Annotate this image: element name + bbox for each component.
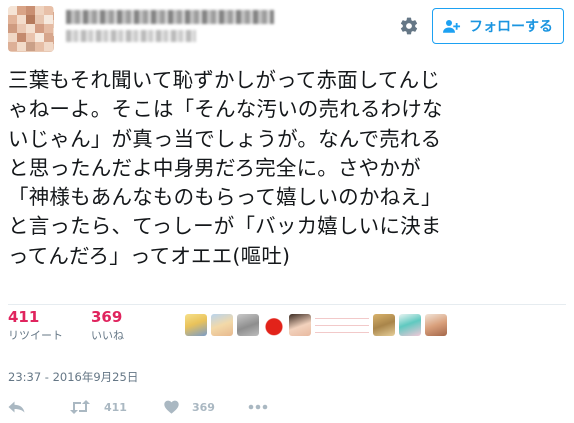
like-stat[interactable]: 369 いいね <box>91 308 124 343</box>
like-button[interactable]: 369 <box>164 400 215 414</box>
retweet-action-count: 411 <box>104 400 127 414</box>
user-display-name[interactable] <box>66 10 274 24</box>
liker-avatar[interactable] <box>185 314 207 336</box>
liker-avatar[interactable] <box>373 314 395 336</box>
retweet-stat[interactable]: 411 リツイート <box>8 308 63 343</box>
follow-button[interactable]: フォローする <box>432 8 564 44</box>
retweet-button[interactable]: 411 <box>69 400 127 414</box>
like-count: 369 <box>91 308 123 326</box>
divider-top <box>8 304 566 305</box>
liker-avatar[interactable] <box>425 314 447 336</box>
follow-person-icon <box>443 20 461 33</box>
more-icon <box>248 404 268 410</box>
liker-avatar[interactable] <box>289 314 311 336</box>
tweet-text: 三葉もそれ聞いて恥ずかしがって赤面してんじ ゃねーよ。そこは「そんな汚いの売れる… <box>8 68 443 268</box>
reply-icon <box>8 401 25 413</box>
heart-icon <box>164 400 179 414</box>
liker-avatar[interactable] <box>315 314 369 336</box>
liker-avatar[interactable] <box>237 314 259 336</box>
like-label: いいね <box>91 329 124 342</box>
timestamp[interactable]: 23:37 - 2016年9月25日 <box>8 369 138 385</box>
follow-button-label: フォローする <box>469 19 553 35</box>
gear-icon[interactable] <box>399 16 419 36</box>
action-bar: 411 369 <box>8 398 268 416</box>
liker-avatars <box>185 314 447 336</box>
retweet-icon <box>70 400 90 414</box>
retweet-label: リツイート <box>8 329 63 342</box>
user-handle[interactable] <box>66 30 196 42</box>
liker-avatar[interactable] <box>211 314 233 336</box>
retweet-count: 411 <box>8 308 40 326</box>
liker-avatar[interactable] <box>263 314 285 336</box>
avatar[interactable] <box>8 6 54 52</box>
reply-button[interactable] <box>8 401 25 413</box>
like-action-count: 369 <box>191 400 215 414</box>
more-button[interactable] <box>248 404 268 410</box>
liker-avatar[interactable] <box>399 314 421 336</box>
